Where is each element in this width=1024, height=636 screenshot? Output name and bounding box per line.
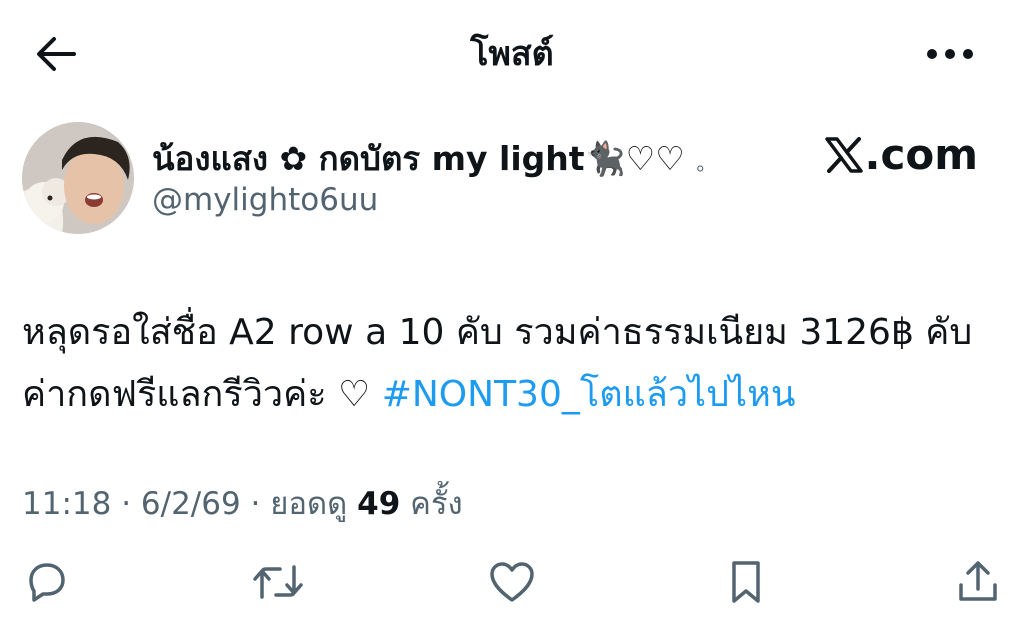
page-title: โพสต์ — [470, 34, 554, 74]
tweet-text: หลุดรอใส่ชื่อ A2 row a 10 คับ รวมค่าธรรม… — [22, 302, 1012, 426]
tweet-meta: 11:18 · 6/2/69 · ยอดดู 49 ครั้ง — [22, 486, 463, 522]
reply-button[interactable] — [20, 556, 72, 608]
avatar[interactable] — [22, 122, 134, 234]
bookmark-icon — [732, 561, 760, 603]
bookmark-button[interactable] — [720, 556, 772, 608]
hashtag-link[interactable]: #NONT30_โตแล้วไปไหน — [382, 374, 796, 415]
views-unit: ครั้ง — [400, 486, 463, 522]
retweet-icon — [253, 565, 303, 599]
x-logo-icon — [824, 136, 863, 173]
action-bar — [0, 556, 1024, 612]
top-bar: โพสต์ — [0, 0, 1024, 108]
like-icon — [490, 562, 534, 602]
share-button[interactable] — [952, 556, 1004, 608]
source-label: .com — [824, 130, 978, 179]
user-handle[interactable]: @mylighto6uu — [152, 182, 378, 218]
tweet-date[interactable]: 6/2/69 — [141, 486, 241, 522]
tweet-time[interactable]: 11:18 — [22, 486, 111, 522]
display-name[interactable]: น้องแสง ✿ กดบัตร my light🐈‍⬛♡♡ 。 — [152, 132, 716, 185]
views-count: 49 — [357, 486, 401, 522]
more-horizontal-icon — [927, 49, 973, 59]
views-label: ยอดดู — [270, 486, 358, 522]
like-button[interactable] — [486, 556, 538, 608]
more-options-button[interactable] — [922, 40, 978, 68]
retweet-button[interactable] — [252, 556, 304, 608]
reply-icon — [29, 563, 65, 602]
share-icon — [959, 561, 997, 601]
